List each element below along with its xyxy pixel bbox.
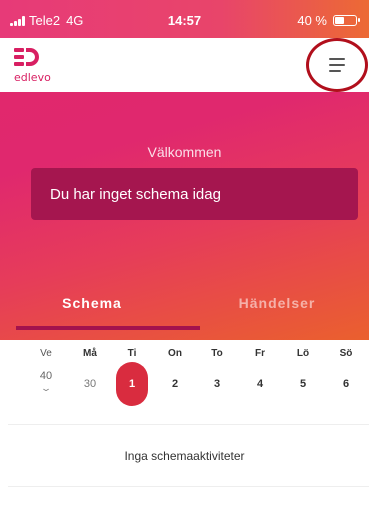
- annotation-circle: [306, 38, 368, 92]
- day-date[interactable]: 4: [240, 378, 280, 390]
- tab-bar: Schema Händelser: [0, 295, 369, 329]
- no-schedule-text: Du har inget schema idag: [50, 186, 221, 203]
- battery-icon: [333, 15, 360, 26]
- tab-schema[interactable]: Schema: [0, 295, 184, 311]
- week-number: 40: [39, 370, 53, 382]
- weekday-name: On: [168, 348, 182, 359]
- day-date[interactable]: 3: [197, 378, 237, 390]
- day-date[interactable]: 6: [326, 378, 366, 390]
- status-right: 40 %: [297, 13, 360, 28]
- week-label: Ve: [40, 348, 52, 359]
- day-date[interactable]: 2: [155, 378, 195, 390]
- divider: [8, 424, 369, 425]
- day-date[interactable]: 30: [70, 378, 110, 390]
- day-date[interactable]: 5: [283, 378, 323, 390]
- weekday-name: To: [211, 348, 223, 359]
- weekday-name: Ti: [127, 348, 137, 359]
- empty-state-text: Inga schemaaktiviteter: [124, 449, 245, 463]
- edlevo-logo[interactable]: edlevo: [14, 45, 54, 85]
- weekday-names: Ve Må Ti On To Fr Lö Sö: [8, 348, 369, 364]
- tab-handelser[interactable]: Händelser: [185, 295, 369, 311]
- week-dates: 40 ⌄ 30 1 2 3 4 5 6: [8, 370, 369, 410]
- welcome-heading: Välkommen: [147, 144, 222, 160]
- weekday-name: Lö: [296, 348, 310, 359]
- weekday-name: Må: [83, 348, 97, 359]
- divider: [8, 486, 369, 487]
- week-calendar: Ve Må Ti On To Fr Lö Sö 40 ⌄ 30 1 2 3 4 …: [8, 342, 369, 422]
- no-schedule-card: Du har inget schema idag: [31, 168, 358, 220]
- edlevo-logo-mark-icon: [14, 48, 39, 66]
- weekday-name: Fr: [255, 348, 265, 359]
- weekday-name: Sö: [339, 348, 353, 359]
- chevron-down-icon: ⌄: [39, 383, 53, 393]
- logo-text: edlevo: [14, 71, 51, 84]
- status-bar: Tele2 4G 14:57 40 %: [0, 0, 369, 38]
- week-number-selector[interactable]: 40 ⌄: [26, 370, 66, 394]
- active-tab-indicator: [16, 326, 200, 330]
- day-date-today[interactable]: 1: [112, 378, 152, 390]
- battery-percent: 40 %: [297, 13, 327, 28]
